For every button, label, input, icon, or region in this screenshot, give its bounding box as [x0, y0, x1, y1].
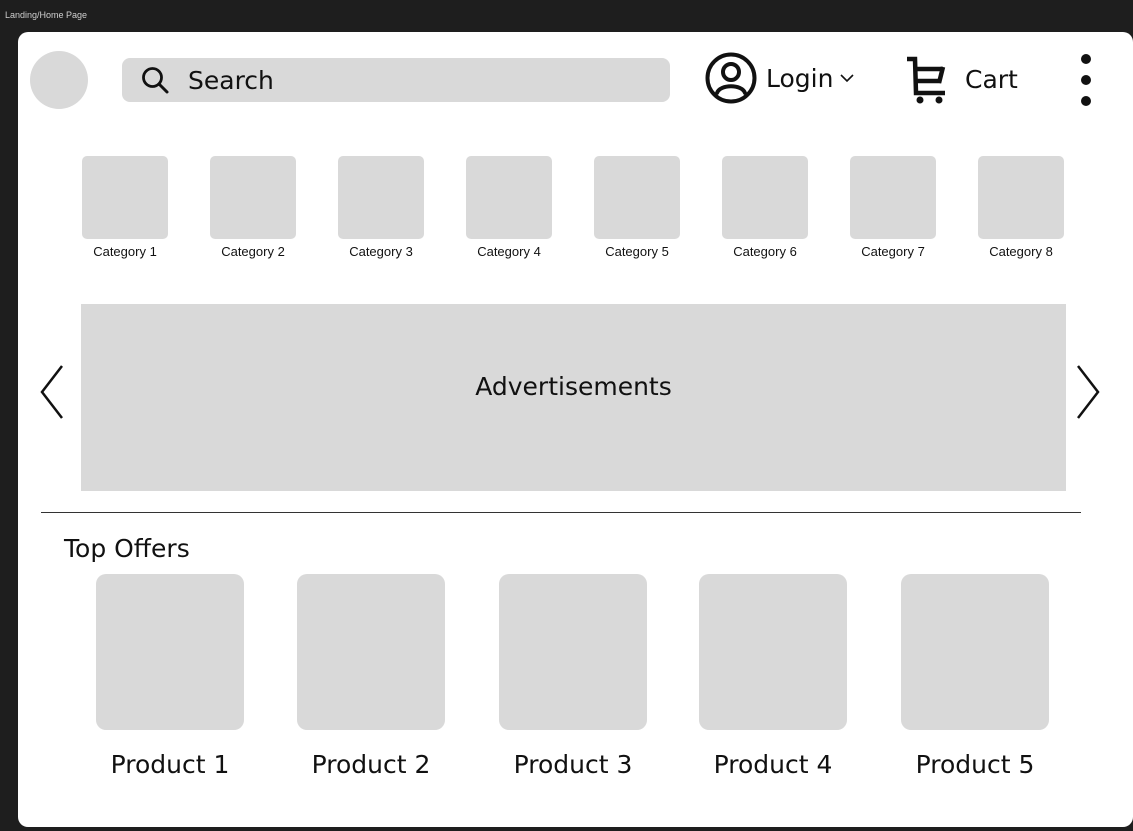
category-label[interactable]: Category 1: [80, 244, 170, 259]
top-offers-title: Top Offers: [64, 534, 190, 563]
product-image[interactable]: [901, 574, 1049, 730]
product-image[interactable]: [96, 574, 244, 730]
product-card[interactable]: Product 4: [688, 574, 858, 779]
category-label[interactable]: Category 2: [208, 244, 298, 259]
category-item[interactable]: Category 6: [720, 156, 810, 259]
category-image[interactable]: [850, 156, 936, 239]
category-item[interactable]: Category 1: [80, 156, 170, 259]
category-item[interactable]: Category 3: [336, 156, 426, 259]
chevron-left-icon[interactable]: [38, 362, 66, 422]
category-image[interactable]: [82, 156, 168, 239]
advertisement-banner[interactable]: Advertisements: [81, 304, 1066, 491]
category-strip: Category 1 Category 2 Category 3 Categor…: [18, 156, 1133, 266]
product-label[interactable]: Product 3: [488, 750, 658, 779]
login-label[interactable]: Login: [766, 64, 833, 93]
cart-icon: [907, 56, 946, 104]
category-image[interactable]: [978, 156, 1064, 239]
category-item[interactable]: Category 5: [592, 156, 682, 259]
product-image[interactable]: [499, 574, 647, 730]
category-image[interactable]: [338, 156, 424, 239]
category-label[interactable]: Category 8: [976, 244, 1066, 259]
banner-label: Advertisements: [475, 372, 672, 401]
category-item[interactable]: Category 8: [976, 156, 1066, 259]
product-image[interactable]: [297, 574, 445, 730]
category-image[interactable]: [594, 156, 680, 239]
category-item[interactable]: Category 4: [464, 156, 554, 259]
category-label[interactable]: Category 6: [720, 244, 810, 259]
product-card[interactable]: Product 5: [890, 574, 1060, 779]
landing-page-frame: Search Login Cart Category 1 Category 2 …: [18, 32, 1133, 827]
search-placeholder[interactable]: Search: [188, 66, 274, 95]
product-image[interactable]: [699, 574, 847, 730]
search-icon: [142, 67, 169, 94]
category-image[interactable]: [722, 156, 808, 239]
kebab-menu-icon[interactable]: [1076, 53, 1096, 107]
user-circle-icon: [705, 52, 757, 104]
product-label[interactable]: Product 1: [85, 750, 255, 779]
category-image[interactable]: [466, 156, 552, 239]
category-item[interactable]: Category 7: [848, 156, 938, 259]
product-label[interactable]: Product 5: [890, 750, 1060, 779]
search-bar[interactable]: Search: [122, 58, 670, 102]
product-label[interactable]: Product 4: [688, 750, 858, 779]
category-label[interactable]: Category 7: [848, 244, 938, 259]
category-item[interactable]: Category 2: [208, 156, 298, 259]
logo-avatar[interactable]: [30, 51, 88, 109]
product-card[interactable]: Product 3: [488, 574, 658, 779]
category-label[interactable]: Category 3: [336, 244, 426, 259]
category-label[interactable]: Category 5: [592, 244, 682, 259]
category-label[interactable]: Category 4: [464, 244, 554, 259]
product-card[interactable]: Product 1: [85, 574, 255, 779]
chevron-down-icon[interactable]: [839, 70, 855, 86]
cart-button[interactable]: Cart: [903, 53, 1018, 105]
chevron-right-icon[interactable]: [1074, 362, 1102, 422]
login-menu[interactable]: Login: [704, 51, 855, 105]
product-label[interactable]: Product 2: [286, 750, 456, 779]
category-image[interactable]: [210, 156, 296, 239]
product-card[interactable]: Product 2: [286, 574, 456, 779]
cart-label[interactable]: Cart: [965, 65, 1018, 94]
frame-label: Landing/Home Page: [5, 10, 88, 20]
section-divider: [41, 512, 1081, 513]
